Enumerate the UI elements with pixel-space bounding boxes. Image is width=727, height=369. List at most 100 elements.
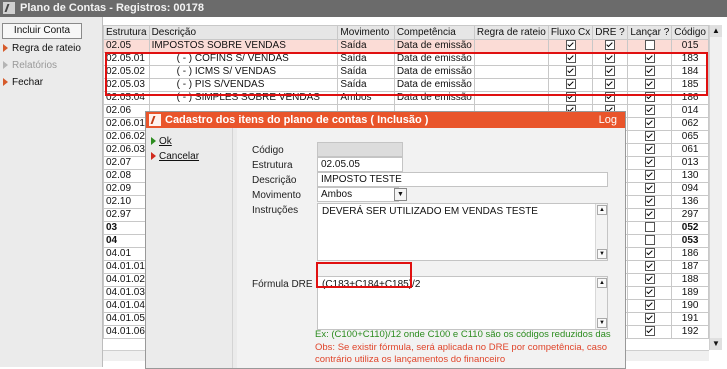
lancar-checkbox[interactable] [644, 183, 655, 194]
window-title: Plano de Contas - Registros: 00178 [20, 2, 204, 14]
fluxo-checkbox[interactable] [565, 79, 576, 90]
log-link[interactable]: Log [599, 114, 617, 126]
lancar-checkbox[interactable] [644, 261, 655, 272]
cell-codigo: 185 [671, 78, 709, 92]
lancar-checkbox[interactable] [644, 287, 655, 298]
lancar-checkbox[interactable] [644, 157, 655, 168]
column-header-regra-de-rateio[interactable]: Regra de rateio [473, 25, 549, 40]
scroll-up-icon[interactable]: ▲ [597, 205, 607, 215]
formula-dre-label: Fórmula DRE [252, 279, 313, 290]
lancar-checkbox[interactable] [644, 222, 655, 233]
column-header-fluxo-cx[interactable]: Fluxo Cx [547, 25, 594, 40]
cell-codigo: 186 [671, 91, 709, 105]
cell-lancar [627, 234, 673, 248]
sidebar-item-fechar[interactable]: Fechar [3, 77, 43, 88]
fluxo-checkbox[interactable] [565, 40, 576, 51]
table-row[interactable]: 02.05.02 ( - ) ICMS S/ VENDAS Saída Data d… [103, 65, 709, 79]
instrucoes-textarea[interactable]: DEVERÁ SER UTILIZADO EM VENDAS TESTE ▲ ▼ [317, 203, 608, 261]
cell-estrutura: 02.05 [103, 39, 150, 53]
lancar-checkbox[interactable] [644, 144, 655, 155]
lancar-checkbox[interactable] [644, 118, 655, 129]
lancar-checkbox[interactable] [644, 79, 655, 90]
cell-estrutura: 02.05.04 [103, 91, 150, 105]
estrutura-field[interactable]: 02.05.05 [317, 157, 403, 172]
cell-codigo: 136 [671, 195, 709, 209]
column-header-competencia[interactable]: Competência [393, 25, 475, 40]
ok-button[interactable]: Ok [151, 136, 172, 147]
lancar-checkbox[interactable] [644, 300, 655, 311]
cell-codigo: 190 [671, 299, 709, 313]
cell-fluxo [547, 52, 594, 66]
scroll-down-icon[interactable]: ▼ [597, 318, 607, 328]
table-row[interactable]: 02.05.03 ( - ) PIS S/VENDAS Saída Data de … [103, 78, 709, 92]
column-header-estrutura[interactable]: Estrutura [103, 25, 150, 40]
cell-regra-de-rateio [473, 65, 549, 79]
cell-lancar [627, 117, 673, 131]
sidebar-item-regra-de-rateio[interactable]: Regra de rateio [3, 43, 81, 54]
lancar-checkbox[interactable] [644, 209, 655, 220]
lancar-checkbox[interactable] [644, 170, 655, 181]
column-header-dre[interactable]: DRE ? [592, 25, 629, 40]
cell-fluxo [547, 91, 594, 105]
sidebar-item-relatorios[interactable]: Relatórios [3, 60, 57, 71]
lancar-checkbox[interactable] [644, 105, 655, 116]
cell-estrutura: 04.01.04 [103, 299, 150, 313]
lancar-checkbox[interactable] [644, 248, 655, 259]
cell-codigo: 191 [671, 312, 709, 326]
cell-lancar [627, 78, 673, 92]
instrucoes-label: Instruções [252, 205, 299, 216]
lancar-checkbox[interactable] [644, 235, 655, 246]
cell-codigo: 130 [671, 169, 709, 183]
scroll-up-icon[interactable]: ▲ [597, 278, 607, 288]
arrow-right-icon [3, 61, 8, 70]
movimento-select[interactable]: Ambos [317, 187, 399, 202]
column-header-lancar[interactable]: Lançar ? [627, 25, 673, 40]
dre-checkbox[interactable] [605, 66, 616, 77]
lancar-checkbox[interactable] [644, 326, 655, 337]
dre-checkbox[interactable] [605, 92, 616, 103]
lancar-checkbox[interactable] [644, 196, 655, 207]
lancar-checkbox[interactable] [644, 53, 655, 64]
cell-estrutura: 02.07 [103, 156, 150, 170]
table-row[interactable]: 02.05.04 ( - ) SIMPLES SOBRE VENDAS Ambos… [103, 91, 709, 105]
dre-checkbox[interactable] [605, 79, 616, 90]
grid-vertical-scrollbar[interactable]: ▲ ▼ [709, 25, 722, 350]
codigo-field[interactable] [317, 142, 403, 157]
chevron-down-icon[interactable]: ▼ [394, 188, 407, 201]
dre-checkbox[interactable] [605, 53, 616, 64]
column-header-codigo[interactable]: Código [671, 25, 709, 40]
lancar-checkbox[interactable] [644, 40, 655, 51]
formula-scrollbar[interactable]: ▲ ▼ [595, 277, 607, 329]
table-row[interactable]: 02.05 IMPOSTOS SOBRE VENDAS Saída Data de e… [103, 39, 709, 53]
fluxo-checkbox[interactable] [565, 66, 576, 77]
lancar-checkbox[interactable] [644, 274, 655, 285]
lancar-checkbox[interactable] [644, 92, 655, 103]
table-row[interactable]: 02.05.01 ( - ) COFINS S/ VENDAS Saída Data… [103, 52, 709, 66]
fluxo-checkbox[interactable] [565, 53, 576, 64]
scroll-down-icon[interactable]: ▼ [710, 338, 722, 350]
formula-dre-textarea[interactable]: (C183+C184+C185)/2 ▲ ▼ [317, 276, 608, 330]
instrucoes-scrollbar[interactable]: ▲ ▼ [595, 204, 607, 260]
cancel-button[interactable]: Cancelar [151, 151, 199, 162]
cell-lancar [627, 286, 673, 300]
dre-checkbox[interactable] [605, 40, 616, 51]
scroll-up-icon[interactable]: ▲ [710, 25, 722, 37]
column-header-descricao[interactable]: Descrição [148, 25, 339, 40]
lancar-checkbox[interactable] [644, 66, 655, 77]
arrow-right-icon [151, 152, 156, 161]
column-header-movimento[interactable]: Movimento [337, 25, 395, 40]
descricao-field[interactable]: IMPOSTO TESTE [317, 172, 608, 187]
cell-estrutura: 02.05.01 [103, 52, 150, 66]
cell-codigo: 053 [671, 234, 709, 248]
lancar-checkbox[interactable] [644, 131, 655, 142]
lancar-checkbox[interactable] [644, 313, 655, 324]
include-account-button[interactable]: Incluir Conta [2, 23, 82, 39]
fluxo-checkbox[interactable] [565, 92, 576, 103]
cell-descricao: ( - ) COFINS S/ VENDAS [148, 52, 339, 66]
cell-movimento: Saída [337, 78, 395, 92]
cell-codigo: 094 [671, 182, 709, 196]
cell-estrutura: 02.97 [103, 208, 150, 222]
cell-codigo: 184 [671, 65, 709, 79]
cell-lancar [627, 143, 673, 157]
scroll-down-icon[interactable]: ▼ [597, 249, 607, 259]
